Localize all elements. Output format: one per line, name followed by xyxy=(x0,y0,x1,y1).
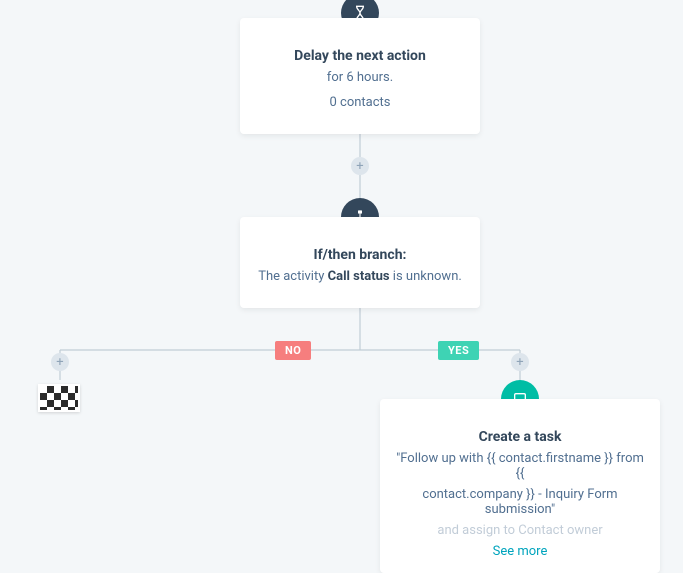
see-more-link[interactable]: See more xyxy=(396,544,644,559)
branch-title: If/then branch: xyxy=(256,247,464,263)
add-step-no-branch-button[interactable]: + xyxy=(51,353,69,371)
delay-action-card[interactable]: Delay the next action for 6 hours. 0 con… xyxy=(240,18,480,134)
branch-no-label: NO xyxy=(275,341,311,360)
branch-yes-label: YES xyxy=(438,341,479,360)
task-body-line1: "Follow up with {{ contact.firstname }} … xyxy=(396,451,644,481)
workflow-end-marker xyxy=(38,384,80,412)
delay-contacts: 0 contacts xyxy=(256,95,464,110)
task-body-line2: contact.company }} - Inquiry Form submis… xyxy=(396,487,644,517)
if-then-branch-card[interactable]: If/then branch: The activity Call status… xyxy=(240,217,480,308)
add-step-button[interactable]: + xyxy=(351,157,369,175)
task-title: Create a task xyxy=(396,429,644,445)
task-body-line3: and assign to Contact owner xyxy=(396,523,644,538)
delay-duration: for 6 hours. xyxy=(256,70,464,85)
add-step-yes-branch-button[interactable]: + xyxy=(511,353,529,371)
branch-condition: The activity Call status is unknown. xyxy=(256,269,464,284)
create-task-card[interactable]: Create a task "Follow up with {{ contact… xyxy=(380,399,660,573)
delay-title: Delay the next action xyxy=(256,48,464,64)
